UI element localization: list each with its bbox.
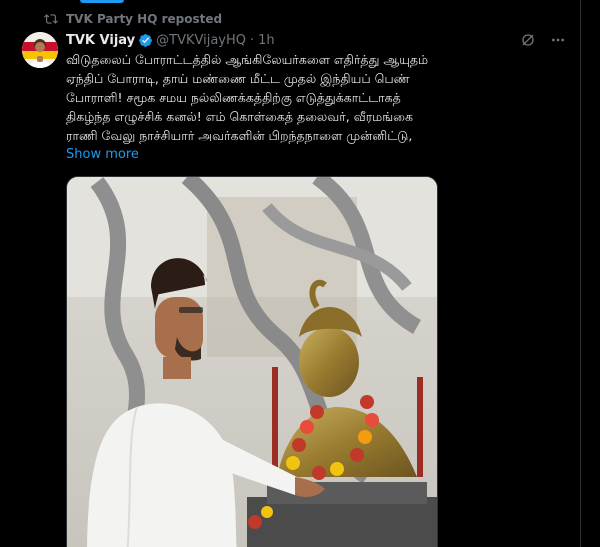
tweet-timestamp[interactable]: 1h xyxy=(258,33,275,48)
more-options-icon[interactable] xyxy=(550,32,566,48)
tweet-text-line: ஏந்திப் போராடி, தாய் மண்ணை மீட்ட முதல் இ… xyxy=(66,71,410,86)
tweet-text-line: விடுதலைப் போராட்டத்தில் ஆங்கிலேயர்களை எத… xyxy=(66,52,429,67)
author-name[interactable]: TVK Vijay xyxy=(66,33,135,48)
tweet-photo[interactable] xyxy=(66,176,438,547)
tweet-text: விடுதலைப் போராட்டத்தில் ஆங்கிலேயர்களை எத… xyxy=(66,50,566,145)
author-handle[interactable]: @TVKVijayHQ xyxy=(156,33,246,48)
header-separator: · xyxy=(249,32,255,48)
show-more-link[interactable]: Show more xyxy=(66,147,139,162)
avatar[interactable] xyxy=(22,32,58,68)
repost-context[interactable]: TVK Party HQ reposted xyxy=(44,10,222,28)
repost-icon xyxy=(44,14,58,24)
tweet-text-line: போராளி! சமூக சமய நல்லிணக்கத்திற்கு எடுத்… xyxy=(66,90,401,105)
header-actions xyxy=(520,32,566,48)
tab-indicator xyxy=(80,0,124,3)
tweet-text-line: ராணி வேலு நாச்சியார் அவர்களின் பிறந்தநாள… xyxy=(66,128,413,143)
verified-badge-icon[interactable] xyxy=(138,33,153,48)
timeline-column: TVK Party HQ reposted TVK Vijay @TVKVija… xyxy=(0,0,581,547)
photo-man-garlanding-bust xyxy=(67,177,437,547)
avatar-image xyxy=(22,32,58,68)
grok-icon[interactable] xyxy=(520,32,536,48)
tweet-header: TVK Vijay @TVKVijayHQ · 1h xyxy=(66,31,566,49)
repost-label: TVK Party HQ reposted xyxy=(66,12,223,26)
tweet-text-line: திகழ்ந்த எழுச்சிக் கனல்! எம் கொள்கைத் தல… xyxy=(66,109,413,124)
